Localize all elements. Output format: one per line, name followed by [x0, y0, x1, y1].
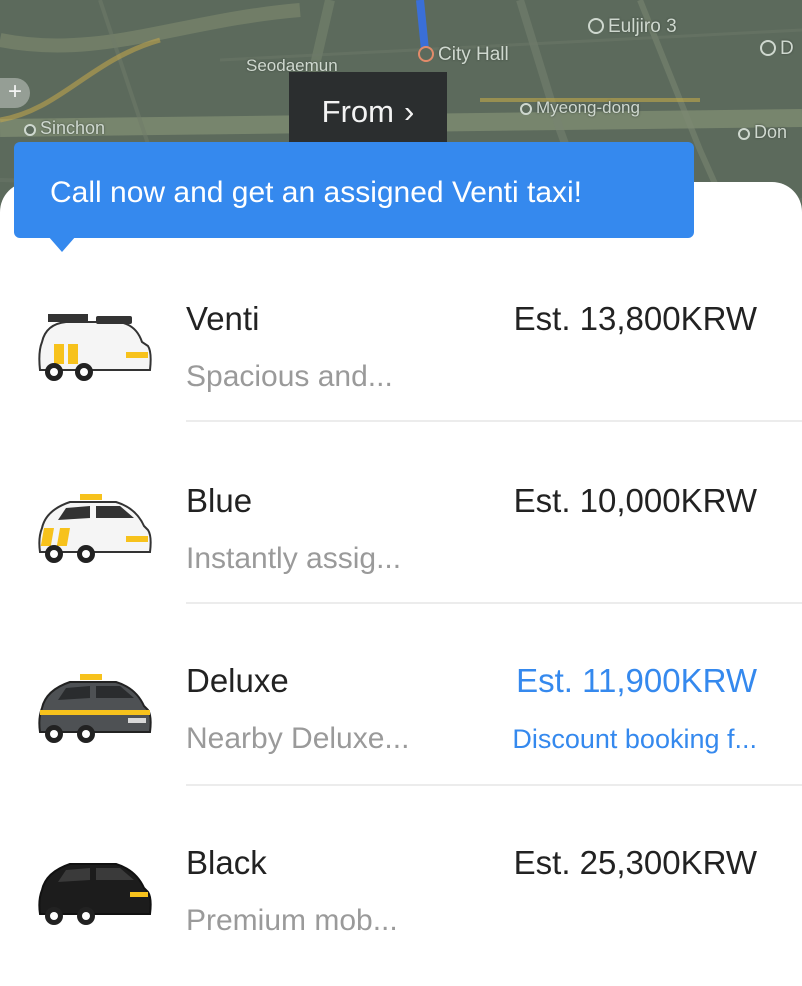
ride-name: Venti [186, 300, 260, 337]
divider [186, 420, 802, 422]
deluxe-taxi-icon [38, 674, 152, 743]
tooltip-arrow [48, 236, 76, 252]
ride-description: Instantly assig... [186, 542, 402, 575]
ride-name: Blue [186, 482, 253, 519]
ride-price: Est. 25,300KRW [513, 844, 757, 881]
map-label-edge: D [760, 38, 794, 60]
ride-price: Est. 10,000KRW [513, 482, 757, 519]
chevron-right-icon: › [404, 94, 415, 129]
blue-taxi-icon [38, 494, 152, 563]
station-icon [418, 46, 434, 62]
promo-text: Call now and get an assigned Venti taxi! [50, 176, 583, 209]
station-icon [520, 103, 532, 115]
ride-price: Est. 13,800KRW [513, 300, 757, 337]
station-icon [24, 124, 36, 136]
ride-option-venti[interactable]: Venti Spacious and... Est. 13,800KRW [0, 260, 802, 442]
map-label-dong: Don [738, 122, 787, 143]
ride-name: Black [186, 844, 267, 881]
from-location-button[interactable]: From › [289, 72, 447, 152]
discount-note: Discount booking f... [512, 724, 757, 754]
ride-description: Nearby Deluxe... [186, 722, 410, 755]
station-icon [738, 128, 750, 140]
ride-options-sheet: Venti Spacious and... Est. 13,800KRW Blu… [0, 182, 802, 972]
divider [186, 784, 802, 786]
map-label-city-hall: City Hall [418, 44, 509, 66]
map-label-myeongdong: Myeong-dong [520, 98, 640, 118]
black-car-icon [38, 863, 152, 925]
ride-option-deluxe[interactable]: Deluxe Nearby Deluxe... Est. 11,900KRW D… [0, 622, 802, 804]
station-icon [588, 18, 604, 34]
ride-description: Premium mob... [186, 904, 398, 937]
divider [186, 602, 802, 604]
ride-price: Est. 11,900KRW [516, 662, 757, 699]
promo-tooltip[interactable]: Call now and get an assigned Venti taxi! [14, 142, 694, 238]
ride-description: Spacious and... [186, 360, 393, 393]
from-label: From [321, 94, 394, 129]
map-label-sinchon: Sinchon [24, 118, 105, 139]
ride-option-blue[interactable]: Blue Instantly assig... Est. 10,000KRW [0, 442, 802, 624]
zoom-in-button[interactable]: + [0, 78, 30, 108]
station-icon [760, 40, 776, 56]
ride-name: Deluxe [186, 662, 289, 699]
venti-taxi-icon [38, 314, 152, 381]
ride-option-black[interactable]: Black Premium mob... Est. 25,300KRW [0, 804, 802, 986]
map-label-euljiro: Euljiro 3 [588, 16, 677, 38]
